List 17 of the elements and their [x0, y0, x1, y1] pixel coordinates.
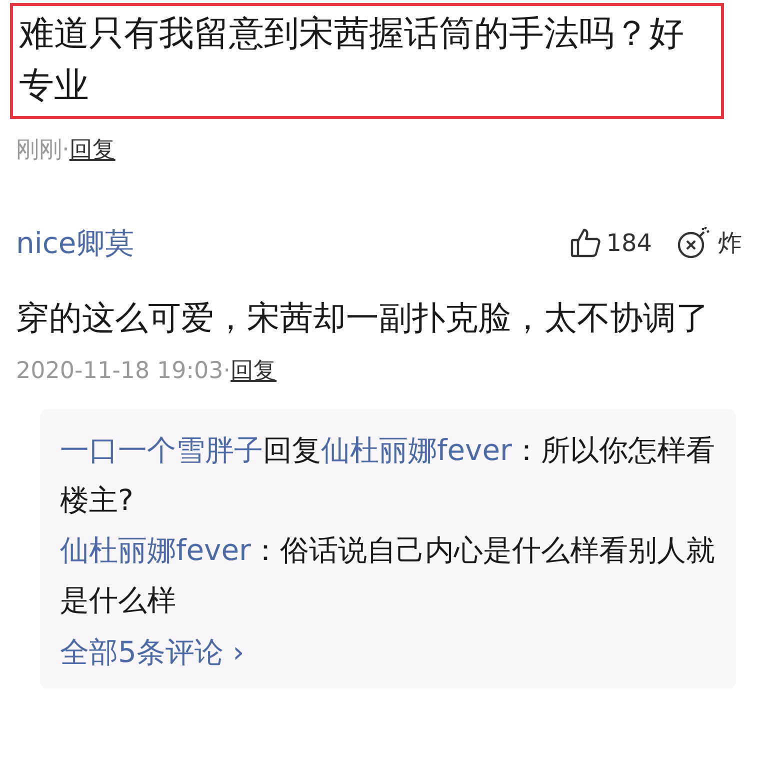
- comment-text: 难道只有我留意到宋茜握话筒的手法吗？好专业: [10, 3, 724, 119]
- reply-link[interactable]: 回复: [69, 137, 116, 163]
- reply-link[interactable]: 回复: [230, 358, 277, 384]
- bomb-icon: [676, 227, 710, 260]
- bomb-button[interactable]: 炸: [676, 225, 742, 262]
- timestamp: 2020-11-18 19:03·: [16, 358, 231, 384]
- username-link[interactable]: 仙杜丽娜fever: [321, 432, 512, 466]
- username-link[interactable]: 仙杜丽娜fever: [60, 532, 251, 566]
- comment-text: 穿的这么可爱，宋茜却一副扑克脸，太不协调了: [16, 297, 710, 339]
- reply-text: 仙杜丽娜fever：俗话说自己内心是什么样看别人就是什么样: [60, 532, 716, 618]
- timestamp: 刚刚·: [16, 137, 70, 163]
- like-button[interactable]: 184: [570, 225, 652, 262]
- username-link[interactable]: nice卿莫: [16, 222, 134, 265]
- username-link[interactable]: 一口一个雪胖子: [60, 432, 263, 466]
- all-comments-link[interactable]: 全部5条评论 ›: [60, 626, 244, 676]
- thumbs-up-icon: [570, 227, 602, 260]
- reply-text: 一口一个雪胖子回复仙杜丽娜fever：所以你怎样看楼主?: [60, 432, 716, 518]
